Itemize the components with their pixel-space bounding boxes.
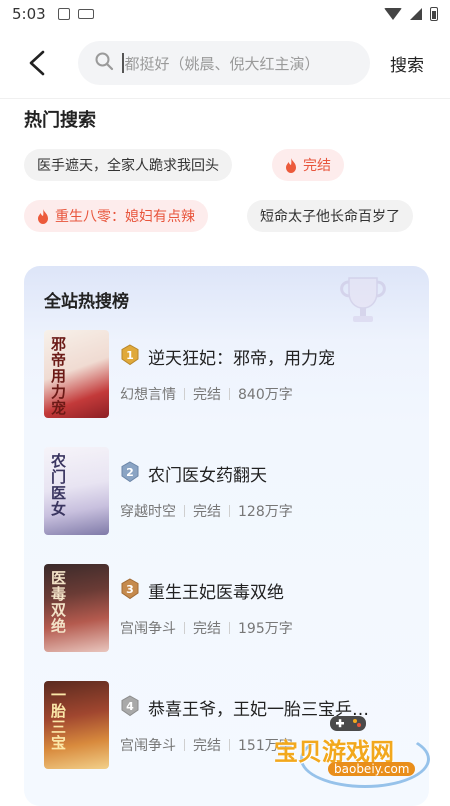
hot-search-title: 热门搜索 xyxy=(24,110,96,131)
status-bar: 5:03 xyxy=(0,0,450,28)
book-list-item[interactable]: 邪帝用力宠 1 逆天狂妃：邪帝，用力宠 幻想言情 完结 840万字 xyxy=(24,330,429,420)
book-meta: 幻想言情 完结 840万字 xyxy=(120,384,293,404)
book-word-count: 195万字 xyxy=(238,621,293,637)
hot-search-chip[interactable]: 重生八零：媳妇有点辣 xyxy=(24,200,208,232)
book-status: 完结 xyxy=(193,504,221,520)
book-meta: 宫闱争斗 完结 151万字 xyxy=(120,735,293,755)
search-button[interactable]: 搜索 xyxy=(390,51,424,76)
book-word-count: 840万字 xyxy=(238,387,293,403)
meta-divider xyxy=(184,388,185,400)
book-status: 完结 xyxy=(193,621,221,637)
book-meta: 宫闱争斗 完结 195万字 xyxy=(120,618,293,638)
meta-divider xyxy=(184,622,185,634)
rank-2-badge-icon: 2 xyxy=(121,461,139,483)
book-genre: 宫闱争斗 xyxy=(120,621,176,637)
notification-a-icon xyxy=(57,8,70,20)
book-list-item[interactable]: 农门医女 2 农门医女药翻天 穿越时空 完结 128万字 xyxy=(24,447,429,537)
text-cursor xyxy=(122,53,124,73)
hot-search-chip[interactable]: 医手遮天，全家人跪求我回头 xyxy=(24,149,232,181)
search-header: 都挺好（姚晨、倪大红主演） 搜索 xyxy=(0,38,450,88)
book-title: 农门医女药翻天 xyxy=(148,466,267,486)
rank-4-badge-icon: 4 xyxy=(121,695,139,717)
book-status: 完结 xyxy=(193,387,221,403)
meta-divider xyxy=(229,622,230,634)
book-cover-image: 医毒双绝 xyxy=(44,564,109,652)
cover-title-art: 邪帝用力宠 xyxy=(49,336,67,416)
meta-divider xyxy=(229,739,230,751)
meta-divider xyxy=(184,505,185,517)
ranking-title: 全站热搜榜 xyxy=(44,292,129,312)
book-title: 重生王妃医毒双绝 xyxy=(148,583,284,603)
book-cover-image: 一胎三宝 xyxy=(44,681,109,769)
chip-label: 完结 xyxy=(303,158,331,174)
meta-divider xyxy=(229,505,230,517)
book-genre: 幻想言情 xyxy=(120,387,176,403)
book-genre: 宫闱争斗 xyxy=(120,738,176,754)
chip-label: 重生八零：媳妇有点辣 xyxy=(55,209,195,225)
book-meta: 穿越时空 完结 128万字 xyxy=(120,501,293,521)
book-cover-image: 邪帝用力宠 xyxy=(44,330,109,418)
meta-divider xyxy=(229,388,230,400)
back-arrow-icon[interactable] xyxy=(12,38,62,88)
site-watermark: 宝贝游戏网 baobeiy.com xyxy=(270,710,440,790)
search-placeholder: 都挺好（姚晨、倪大红主演） xyxy=(124,54,320,73)
cover-title-art: 医毒双绝 xyxy=(49,570,67,634)
hot-search-chip[interactable]: 完结 xyxy=(272,149,344,181)
meta-divider xyxy=(184,739,185,751)
trophy-icon xyxy=(340,277,386,322)
chip-label: 短命太子他长命百岁了 xyxy=(260,209,400,225)
wifi-icon xyxy=(384,8,402,20)
book-status: 完结 xyxy=(193,738,221,754)
book-cover-image: 农门医女 xyxy=(44,447,109,535)
rank-3-badge-icon: 3 xyxy=(121,578,139,600)
keyboard-icon xyxy=(77,9,94,19)
status-time: 5:03 xyxy=(12,5,46,23)
book-title: 逆天狂妃：邪帝，用力宠 xyxy=(148,349,335,369)
cover-title-art: 一胎三宝 xyxy=(49,687,67,751)
signal-icon xyxy=(410,8,422,20)
book-list-item[interactable]: 医毒双绝 3 重生王妃医毒双绝 宫闱争斗 完结 195万字 xyxy=(24,564,429,654)
rank-number: 1 xyxy=(126,349,134,362)
gamepad-icon xyxy=(330,716,366,731)
book-genre: 穿越时空 xyxy=(120,504,176,520)
rank-number: 4 xyxy=(126,700,134,713)
book-word-count: 128万字 xyxy=(238,504,293,520)
cover-title-art: 农门医女 xyxy=(49,453,67,517)
hot-search-chip[interactable]: 短命太子他长命百岁了 xyxy=(247,200,413,232)
search-icon xyxy=(94,51,114,75)
watermark-url: baobeiy.com xyxy=(328,762,416,776)
flame-icon xyxy=(37,208,49,224)
flame-icon xyxy=(285,157,297,173)
search-input[interactable]: 都挺好（姚晨、倪大红主演） xyxy=(78,41,370,85)
chip-label: 医手遮天，全家人跪求我回头 xyxy=(37,158,219,174)
header-divider xyxy=(0,98,450,99)
rank-1-badge-icon: 1 xyxy=(121,344,139,366)
battery-icon xyxy=(430,7,438,21)
rank-number: 3 xyxy=(126,583,134,596)
rank-number: 2 xyxy=(126,466,134,479)
